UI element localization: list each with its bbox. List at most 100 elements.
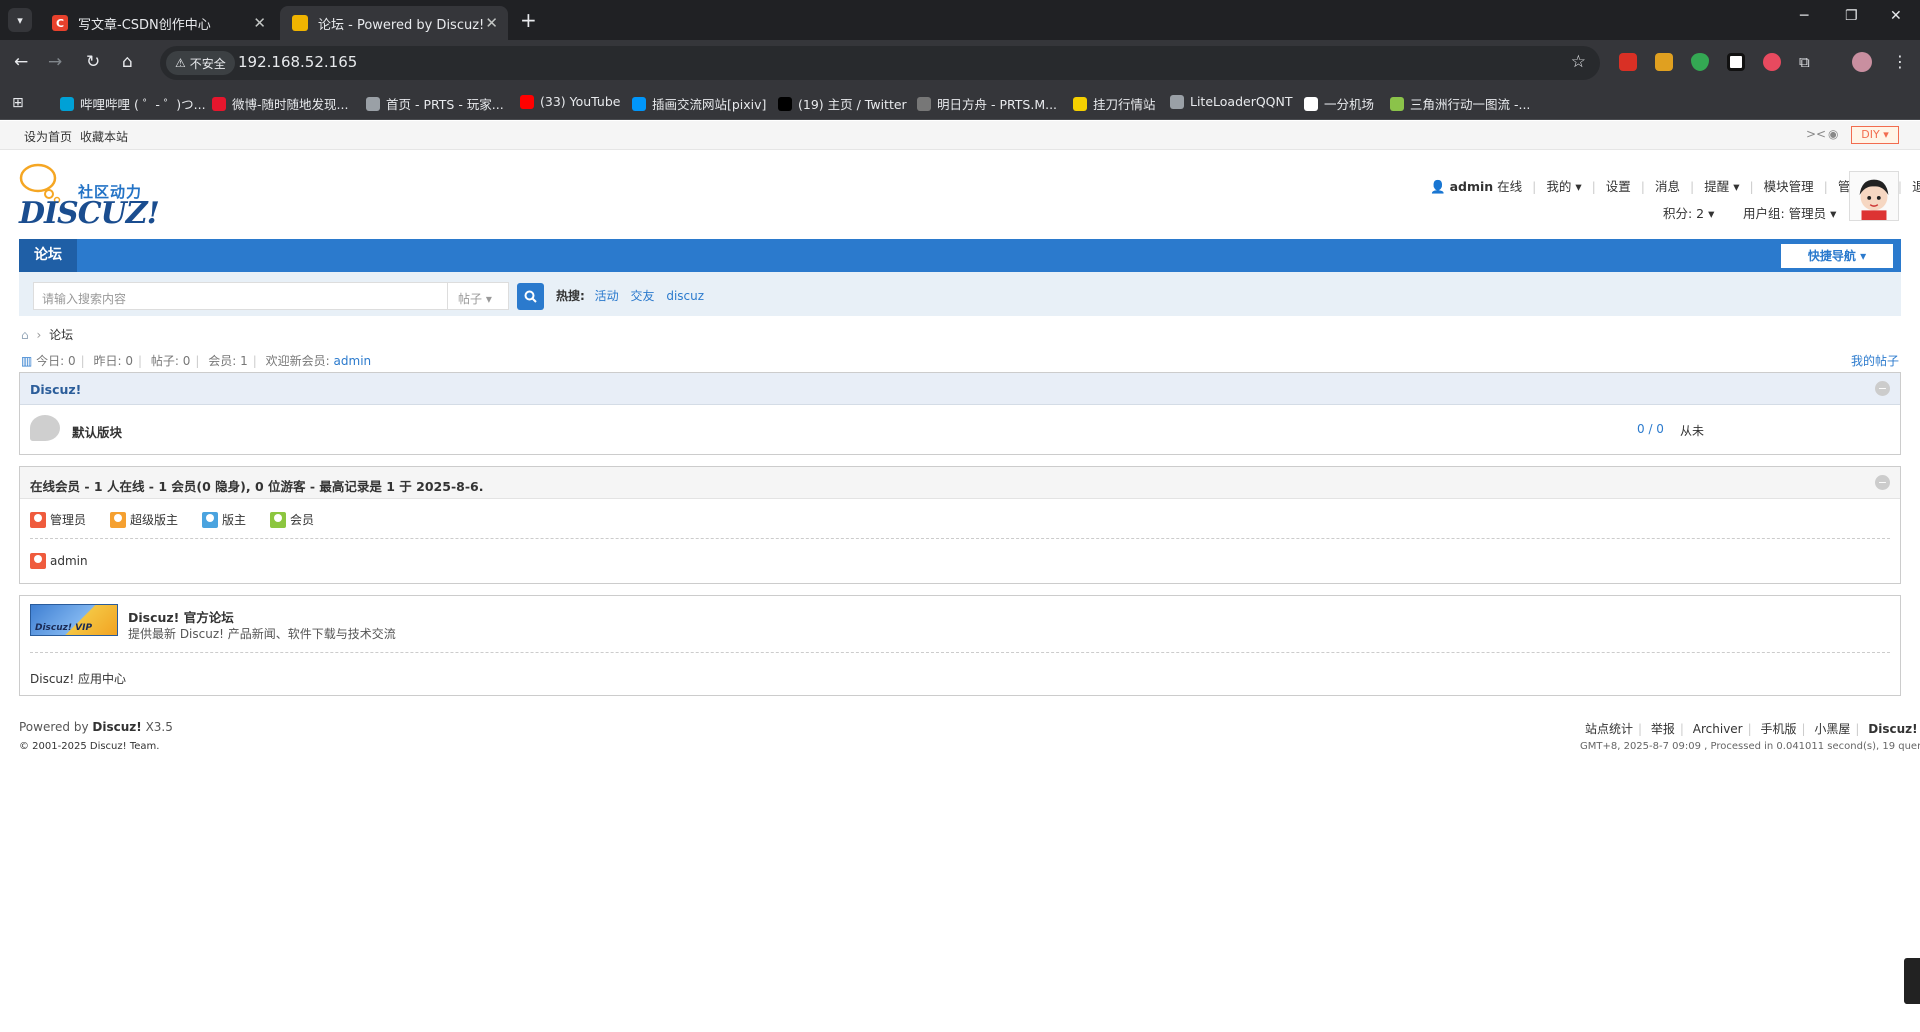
- hot-word-link[interactable]: 交友: [630, 289, 654, 303]
- weibo-favicon-icon: [212, 96, 226, 111]
- browser-tab-bar: ▾ C 写文章-CSDN创作中心 ✕ 论坛 - Powered by Discu…: [0, 0, 1920, 40]
- category-title[interactable]: Discuz!: [30, 382, 81, 397]
- collapse-icon[interactable]: −: [1875, 475, 1890, 490]
- prts-home-favicon-icon: [366, 96, 380, 111]
- bookmark-delta-force[interactable]: 三角洲行动一图流 -...: [1390, 94, 1530, 113]
- bookmark-bilibili[interactable]: 哔哩哔哩 ( ゜- ゜)つ...: [60, 94, 206, 113]
- username-link[interactable]: admin: [1450, 179, 1494, 194]
- set-home-link[interactable]: 设为首页: [24, 128, 72, 145]
- security-indicator[interactable]: ⚠ 不安全: [166, 51, 235, 75]
- collapse-icon[interactable]: −: [1875, 381, 1890, 396]
- user-avatar[interactable]: [1849, 171, 1899, 221]
- legend-label: 超级版主: [130, 513, 179, 527]
- footer-link-blacklist[interactable]: 小黑屋: [1814, 722, 1850, 736]
- search-button[interactable]: [517, 283, 544, 310]
- bookmark-liteloader[interactable]: LiteLoaderQQNT: [1170, 94, 1293, 109]
- bookmark-yifen[interactable]: 一分机场: [1304, 94, 1374, 113]
- pixiv-favicon-icon: [632, 96, 646, 111]
- member-user-icon: [270, 511, 287, 528]
- bookmarks-bar: ⊞ 哔哩哔哩 ( ゜- ゜)つ... 微博-随时随地发现... 首页 - PRTS …: [0, 86, 1920, 120]
- hot-word-link[interactable]: 活动: [595, 289, 619, 303]
- restore-icon[interactable]: ❐: [1845, 8, 1858, 24]
- online-user-link[interactable]: admin: [50, 554, 88, 568]
- block-admin-link[interactable]: 模块管理: [1764, 179, 1814, 194]
- browser-tab-csdn[interactable]: C 写文章-CSDN创作中心 ✕: [40, 6, 276, 40]
- points-link[interactable]: 积分: 2 ▾: [1663, 203, 1714, 222]
- bookmark-twitter[interactable]: (19) 主页 / Twitter: [778, 94, 907, 113]
- bookmark-daodao[interactable]: 挂刀行情站: [1073, 94, 1156, 113]
- reload-icon[interactable]: ↻: [86, 52, 100, 72]
- footer-link-archiver[interactable]: Archiver: [1693, 722, 1743, 736]
- usergroup-link[interactable]: 用户组: 管理员 ▾: [1743, 203, 1836, 222]
- home-icon[interactable]: ⌂: [122, 52, 133, 72]
- logo-brand[interactable]: DISCUZ!: [19, 196, 160, 231]
- extension-square-icon[interactable]: [1727, 53, 1745, 71]
- tab-close-icon[interactable]: ✕: [253, 14, 266, 32]
- bookmark-pixiv[interactable]: 插画交流网站[pixiv]: [632, 94, 766, 113]
- app-center-link[interactable]: Discuz! 应用中心: [30, 670, 126, 687]
- apps-grid-icon[interactable]: ⊞: [12, 95, 24, 111]
- hot-word-link[interactable]: discuz: [666, 289, 704, 303]
- window-close-icon[interactable]: ✕: [1890, 8, 1902, 24]
- bookmark-label: (33) YouTube: [540, 94, 621, 109]
- breadcrumb-current[interactable]: 论坛: [49, 328, 73, 342]
- bookmark-prts-home[interactable]: 首页 - PRTS - 玩家...: [366, 94, 504, 113]
- official-forum-desc: 提供最新 Discuz! 产品新闻、软件下载与技术交流: [128, 627, 396, 641]
- new-member-link[interactable]: admin: [334, 354, 372, 368]
- address-bar[interactable]: ⚠ 不安全 192.168.52.165 ☆: [160, 46, 1600, 80]
- powered-brand-link[interactable]: Discuz!: [92, 720, 141, 734]
- minimize-icon[interactable]: ─: [1800, 8, 1808, 24]
- extension-cat-icon[interactable]: [1763, 53, 1781, 71]
- points-label: 积分: 2: [1663, 206, 1705, 221]
- online-status[interactable]: 在线: [1497, 179, 1522, 194]
- forum-name-link[interactable]: 默认版块: [72, 422, 122, 441]
- back-icon[interactable]: ←: [14, 52, 28, 72]
- forum-bubble-icon[interactable]: [30, 415, 60, 441]
- style-palette-icon[interactable]: ◉: [1828, 127, 1838, 141]
- bookmark-youtube[interactable]: (33) YouTube: [520, 94, 620, 109]
- bookmark-site-link[interactable]: 收藏本站: [80, 128, 128, 145]
- tab-search-button[interactable]: ▾: [8, 8, 32, 32]
- browser-tab-discuz[interactable]: 论坛 - Powered by Discuz! ✕: [280, 6, 508, 40]
- my-posts-link[interactable]: 我的帖子: [1851, 352, 1899, 369]
- official-forum-link[interactable]: Discuz! 官方论坛: [128, 607, 234, 626]
- footer-brand-link[interactable]: Discuz! X: [1868, 722, 1920, 736]
- browser-menu-icon[interactable]: ⋮: [1892, 53, 1910, 71]
- extension-shield-icon[interactable]: [1691, 53, 1709, 71]
- stat-posts: 帖子: 0: [150, 354, 191, 368]
- legend-label: 会员: [290, 513, 315, 527]
- nav-tab-forum[interactable]: 论坛: [19, 239, 77, 272]
- extension-fox-icon[interactable]: [1655, 53, 1673, 71]
- reminders-link[interactable]: 提醒 ▾: [1704, 179, 1739, 194]
- legend-label: 版主: [222, 513, 247, 527]
- my-menu-link[interactable]: 我的 ▾: [1546, 179, 1581, 194]
- discuz-vip-badge[interactable]: Discuz! VIP: [30, 604, 118, 636]
- side-panel-handle[interactable]: [1904, 958, 1920, 1004]
- bookmark-star-icon[interactable]: ☆: [1571, 52, 1586, 72]
- switch-width-icon[interactable]: ><: [1806, 127, 1826, 141]
- extension-red-icon[interactable]: [1619, 53, 1637, 71]
- search-bar: 请输入搜索内容 帖子 ▾ 热搜: 活动 交友 discuz: [19, 272, 1901, 316]
- extensions-puzzle-icon[interactable]: ⧉: [1799, 53, 1817, 71]
- logout-link[interactable]: 退出: [1912, 179, 1920, 194]
- forward-icon[interactable]: →: [48, 52, 62, 72]
- copyright[interactable]: © 2001-2025 Discuz! Team.: [19, 741, 159, 752]
- messages-link[interactable]: 消息: [1655, 179, 1680, 194]
- settings-link[interactable]: 设置: [1606, 179, 1631, 194]
- quick-nav-label: 快捷导航: [1807, 249, 1856, 263]
- profile-avatar-icon[interactable]: [1852, 52, 1872, 72]
- search-type-select[interactable]: 帖子 ▾: [447, 282, 509, 310]
- diy-button[interactable]: DIY ▾: [1851, 126, 1899, 144]
- footer-link-stats[interactable]: 站点统计: [1585, 722, 1633, 736]
- new-tab-icon[interactable]: +: [520, 8, 537, 32]
- footer-link-report[interactable]: 举报: [1651, 722, 1675, 736]
- quick-nav-button[interactable]: 快捷导航 ▾: [1781, 244, 1893, 268]
- home-icon[interactable]: ⌂: [21, 328, 29, 342]
- footer-link-mobile[interactable]: 手机版: [1761, 722, 1797, 736]
- bookmark-weibo[interactable]: 微博-随时随地发现...: [212, 94, 348, 113]
- search-input[interactable]: 请输入搜索内容: [33, 282, 448, 310]
- online-title[interactable]: 在线会员 - 1 人在线 - 1 会员(0 隐身), 0 位游客 - 最高记录是…: [30, 476, 483, 495]
- category-box: Discuz! − 默认版块 0 / 0 从未: [19, 372, 1901, 455]
- bookmark-prts-arknights[interactable]: 明日方舟 - PRTS.M...: [917, 94, 1057, 113]
- tab-close-icon[interactable]: ✕: [485, 14, 498, 32]
